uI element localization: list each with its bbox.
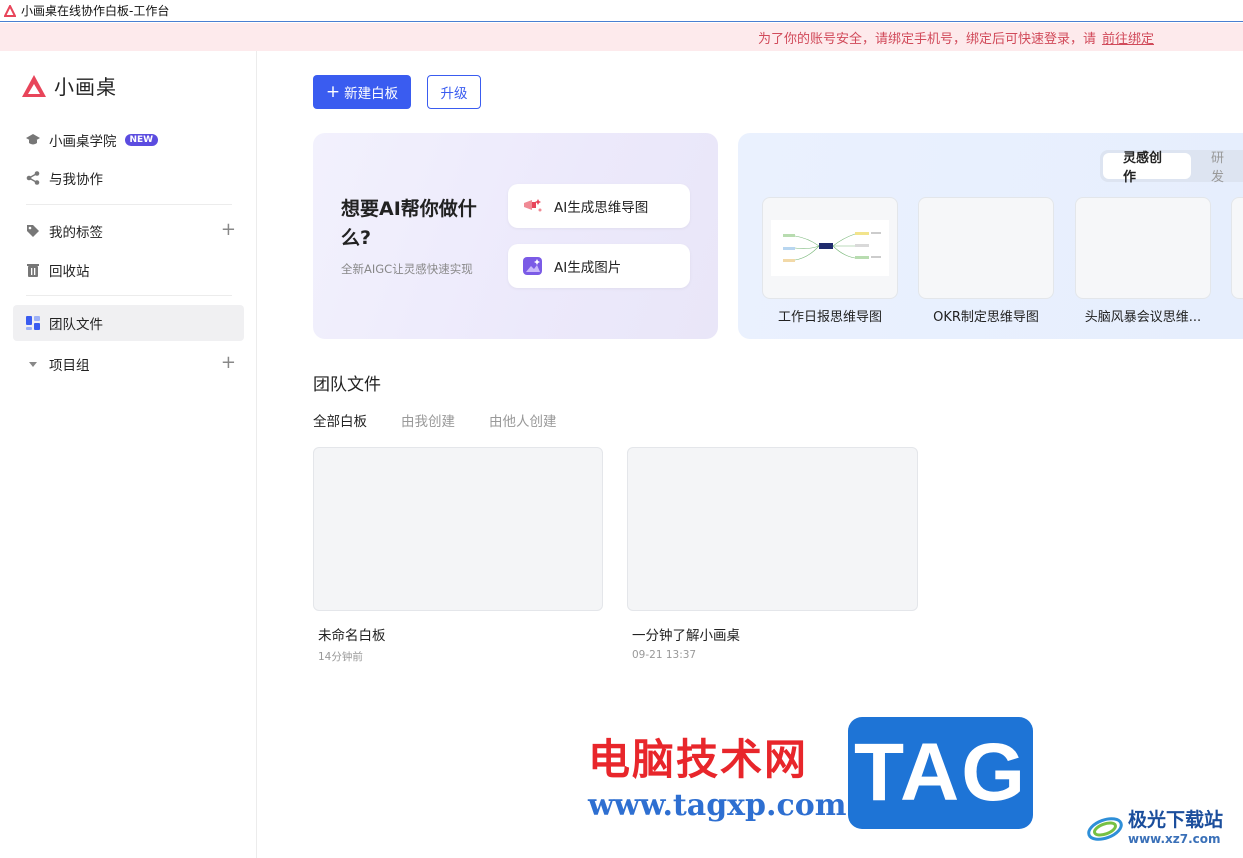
filter-all-boards[interactable]: 全部白板 bbox=[313, 410, 367, 430]
image-sparkle-icon bbox=[522, 255, 544, 277]
file-modified-time: 09-21 13:37 bbox=[632, 649, 697, 661]
security-notice-banner: 为了你的账号安全，请绑定手机号，绑定后可快速登录，请 前往绑定 bbox=[0, 23, 1243, 51]
brand-logo-icon bbox=[22, 74, 46, 97]
trash-icon bbox=[25, 262, 41, 278]
sidebar: 小画桌 小画桌学院 NEW 与我协作 我的标签 + 回收站 团队文件 项目组 + bbox=[0, 51, 257, 858]
mindmap-preview-image bbox=[771, 220, 889, 276]
sidebar-item-academy[interactable]: 小画桌学院 NEW bbox=[13, 122, 244, 158]
ai-card-subtitle: 全新AIGC让灵感快速实现 bbox=[341, 262, 473, 276]
template-thumbnail-daily-report[interactable] bbox=[762, 197, 898, 299]
template-thumbnail-more[interactable] bbox=[1231, 197, 1243, 299]
brand-name: 小画桌 bbox=[54, 75, 117, 99]
filter-created-by-me[interactable]: 由我创建 bbox=[401, 410, 455, 430]
plus-icon: + bbox=[325, 82, 341, 102]
file-card-thumbnail[interactable] bbox=[627, 447, 918, 611]
team-files-icon bbox=[25, 315, 41, 331]
sidebar-item-trash[interactable]: 回收站 bbox=[13, 252, 244, 288]
tag-icon bbox=[25, 223, 41, 239]
sidebar-item-collaborate[interactable]: 与我协作 bbox=[13, 160, 244, 196]
add-tag-icon[interactable]: + bbox=[221, 221, 236, 239]
sidebar-item-label: 与我协作 bbox=[49, 172, 103, 188]
ai-card-title: 想要AI帮你做什么? bbox=[341, 198, 477, 249]
sidebar-item-tags[interactable]: 我的标签 + bbox=[13, 213, 244, 249]
watermark-site-name: 电脑技术网 bbox=[588, 735, 809, 784]
file-card-thumbnail[interactable] bbox=[313, 447, 603, 611]
tab-inspiration[interactable]: 灵感创作 bbox=[1103, 151, 1191, 185]
window-title: 小画桌在线协作白板-工作台 bbox=[21, 4, 170, 18]
brand-logo[interactable]: 小画桌 bbox=[20, 71, 117, 100]
template-label[interactable]: 工作日报思维导图 bbox=[760, 306, 900, 325]
template-label[interactable]: OKR制定思维导图 bbox=[916, 306, 1056, 325]
add-project-group-icon[interactable]: + bbox=[221, 354, 236, 372]
sidebar-item-label: 回收站 bbox=[49, 264, 90, 280]
tab-research[interactable]: 研发 bbox=[1191, 151, 1243, 185]
aurora-logo-icon bbox=[1087, 816, 1123, 841]
watermark-download-text: 极光下载站 www.xz7.com bbox=[1128, 805, 1223, 846]
template-thumbnail-brainstorm[interactable] bbox=[1075, 197, 1211, 299]
app-logo-icon bbox=[4, 4, 16, 17]
ai-image-button[interactable]: AI生成图片 bbox=[508, 244, 690, 288]
watermark-download-site: 极光下载站 www.xz7.com bbox=[1085, 805, 1223, 846]
section-title-team-files: 团队文件 bbox=[313, 375, 381, 395]
sidebar-divider bbox=[26, 204, 232, 205]
file-name[interactable]: 未命名白板 bbox=[318, 624, 386, 644]
watermark-download-name: 极光下载站 bbox=[1128, 809, 1224, 831]
sidebar-item-label: 团队文件 bbox=[49, 317, 103, 333]
ai-assistant-card: 想要AI帮你做什么? 全新AIGC让灵感快速实现 AI生成思维导图 AI生成图片 bbox=[313, 133, 718, 339]
watermark-tag-logo: TAG bbox=[848, 717, 1033, 829]
bind-phone-link[interactable]: 前往绑定 bbox=[1102, 28, 1154, 47]
filter-created-by-others[interactable]: 由他人创建 bbox=[489, 410, 557, 430]
caret-down-icon[interactable] bbox=[25, 356, 41, 372]
file-modified-time: 14分钟前 bbox=[318, 651, 363, 663]
notice-text: 为了你的账号安全，请绑定手机号，绑定后可快速登录，请 bbox=[757, 31, 1096, 47]
watermark-site-url: www.tagxp.com bbox=[588, 788, 847, 823]
sidebar-item-label: 项目组 bbox=[49, 358, 90, 374]
upgrade-button[interactable]: 升级 bbox=[427, 75, 481, 109]
new-badge: NEW bbox=[124, 134, 159, 146]
ai-image-label: AI生成图片 bbox=[554, 260, 622, 276]
templates-card: 灵感创作 研发 工作日报思维导图 OKR制定思维导图 头脑风暴会议思维... bbox=[738, 133, 1243, 339]
template-label[interactable]: 头脑风暴会议思维... bbox=[1073, 306, 1213, 325]
template-tabs: 灵感创作 研发 bbox=[1100, 150, 1243, 185]
mindmap-magic-icon bbox=[522, 195, 544, 217]
window-titlebar: 小画桌在线协作白板-工作台 bbox=[0, 0, 1243, 22]
sidebar-item-project-group[interactable]: 项目组 + bbox=[13, 346, 244, 382]
graduation-cap-icon bbox=[25, 132, 41, 148]
share-icon bbox=[25, 170, 41, 186]
watermark-download-url: www.xz7.com bbox=[1128, 832, 1221, 846]
file-name[interactable]: 一分钟了解小画桌 bbox=[632, 624, 740, 644]
sidebar-item-team-files[interactable]: 团队文件 bbox=[13, 305, 244, 341]
new-board-label: 新建白板 bbox=[344, 86, 399, 102]
sidebar-item-label: 我的标签 bbox=[49, 225, 103, 241]
sidebar-item-label: 小画桌学院 bbox=[49, 134, 117, 150]
template-thumbnail-okr[interactable] bbox=[918, 197, 1054, 299]
ai-mindmap-button[interactable]: AI生成思维导图 bbox=[508, 184, 690, 228]
new-board-button[interactable]: + 新建白板 bbox=[313, 75, 411, 109]
sidebar-divider bbox=[26, 295, 232, 296]
ai-mindmap-label: AI生成思维导图 bbox=[554, 200, 649, 216]
